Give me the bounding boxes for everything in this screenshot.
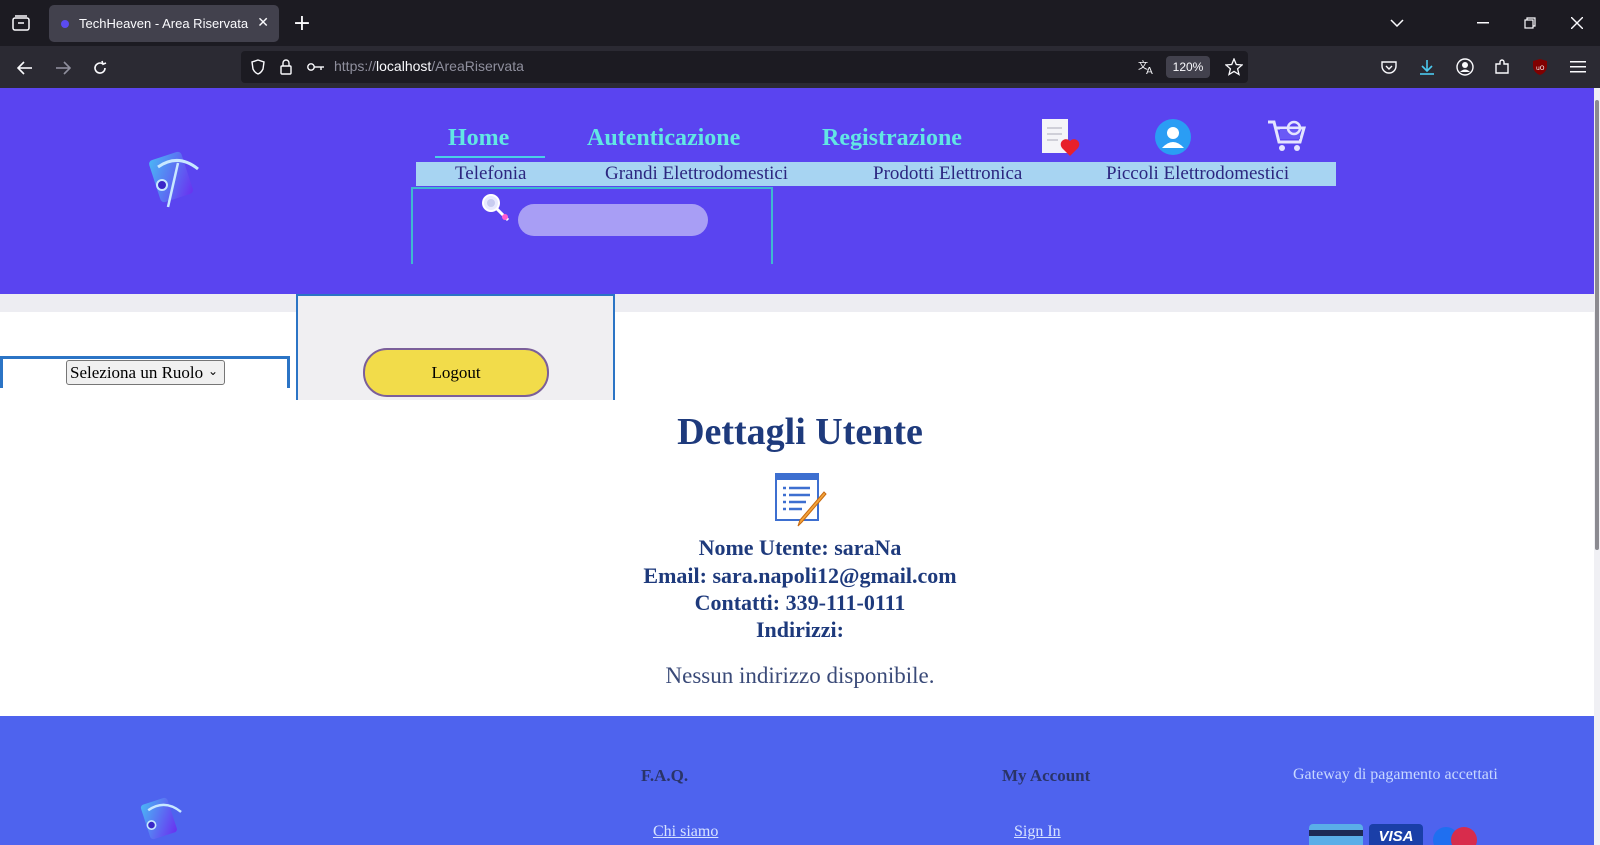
bookmark-star-icon[interactable] (1222, 55, 1246, 79)
chevron-down-icon: ⌄ (207, 364, 218, 378)
category-telefonia[interactable]: Telefonia (455, 163, 526, 185)
url-path: /AreaRiservata (431, 58, 524, 74)
pocket-icon[interactable] (1377, 55, 1401, 79)
detail-addresses-label: Indirizzi: (756, 617, 844, 642)
credit-card-icon (1309, 824, 1363, 845)
content-top-band (0, 294, 1594, 312)
download-icon[interactable] (1415, 55, 1439, 79)
browser-tab[interactable]: TechHeaven - Area Riservata ✕ (49, 5, 279, 42)
reload-icon[interactable] (88, 56, 112, 80)
logout-button[interactable]: Logout (363, 348, 549, 397)
restore-icon[interactable] (1519, 12, 1541, 34)
wishlist-icon[interactable] (1040, 118, 1082, 158)
zoom-level[interactable]: 120% (1166, 56, 1210, 78)
url-text[interactable]: https://localhost/AreaRiservata (334, 58, 524, 74)
ublock-icon[interactable]: uO (1528, 55, 1552, 79)
nav-autenticazione[interactable]: Autenticazione (587, 125, 740, 152)
no-address-message: Nessun indirizzo disponibile. (665, 663, 935, 688)
page-title: Dettagli Utente (677, 411, 923, 453)
nav-active-underline (435, 156, 545, 158)
menu-icon[interactable] (1566, 55, 1590, 79)
footer-my-account-heading: My Account (1002, 766, 1091, 785)
nav-registrazione[interactable]: Registrazione (822, 125, 962, 152)
search-icon[interactable] (481, 193, 511, 223)
site-header (0, 88, 1594, 294)
visa-icon: VISA (1369, 824, 1423, 845)
detail-username: Nome Utente: saraNa (698, 535, 902, 560)
favicon-icon (61, 19, 69, 28)
document-edit-icon (774, 472, 830, 528)
footer-faq-heading: F.A.Q. (641, 766, 689, 785)
category-piccoli-elettrodomestici[interactable]: Piccoli Elettrodomestici (1106, 163, 1289, 185)
tab-title: TechHeaven - Area Riservata (79, 16, 249, 31)
mastercard-icon (1428, 826, 1484, 845)
user-profile-icon[interactable] (1154, 118, 1192, 156)
footer-link-chi-siamo[interactable]: Chi siamo (653, 823, 718, 841)
forward-icon[interactable] (51, 56, 75, 80)
role-select-value: Seleziona un Ruolo (70, 362, 204, 382)
key-icon[interactable] (305, 56, 327, 78)
translate-icon[interactable]: 文A (1135, 55, 1159, 79)
cart-icon[interactable] (1266, 116, 1310, 158)
extensions-icon[interactable] (1490, 55, 1514, 79)
detail-email: Email: sara.napoli12@gmail.com (643, 563, 957, 588)
footer-gateway-heading: Gateway di pagamento accettati (1293, 766, 1498, 783)
close-window-icon[interactable] (1566, 12, 1588, 34)
minimize-icon[interactable] (1472, 12, 1494, 34)
footer-link-sign-in[interactable]: Sign In (1014, 823, 1061, 841)
lock-icon[interactable] (275, 56, 297, 78)
category-grandi-elettrodomestici[interactable]: Grandi Elettrodomestici (605, 163, 788, 185)
tab-list-icon[interactable] (10, 12, 32, 34)
nav-home[interactable]: Home (448, 125, 509, 152)
back-icon[interactable] (13, 56, 37, 80)
shield-icon[interactable] (247, 56, 269, 78)
svg-text:A: A (1146, 66, 1153, 75)
account-icon[interactable] (1453, 55, 1477, 79)
footer-logo[interactable] (140, 792, 186, 845)
page-scrollbar-thumb[interactable] (1595, 100, 1599, 550)
url-host: localhost (376, 58, 432, 74)
tab-overflow-chevron-icon[interactable] (1386, 12, 1408, 34)
svg-text:uO: uO (1536, 65, 1545, 72)
search-input[interactable] (518, 204, 708, 236)
techheaven-logo[interactable] (148, 145, 204, 209)
role-select[interactable]: Seleziona un Ruolo ⌄ (66, 360, 225, 385)
url-prefix: https:// (334, 58, 377, 74)
detail-contacts: Contatti: 339-111-0111 (694, 590, 906, 615)
new-tab-button[interactable]: + (291, 10, 313, 36)
category-prodotti-elettronica[interactable]: Prodotti Elettronica (873, 163, 1022, 185)
tab-close-icon[interactable]: ✕ (257, 14, 269, 31)
